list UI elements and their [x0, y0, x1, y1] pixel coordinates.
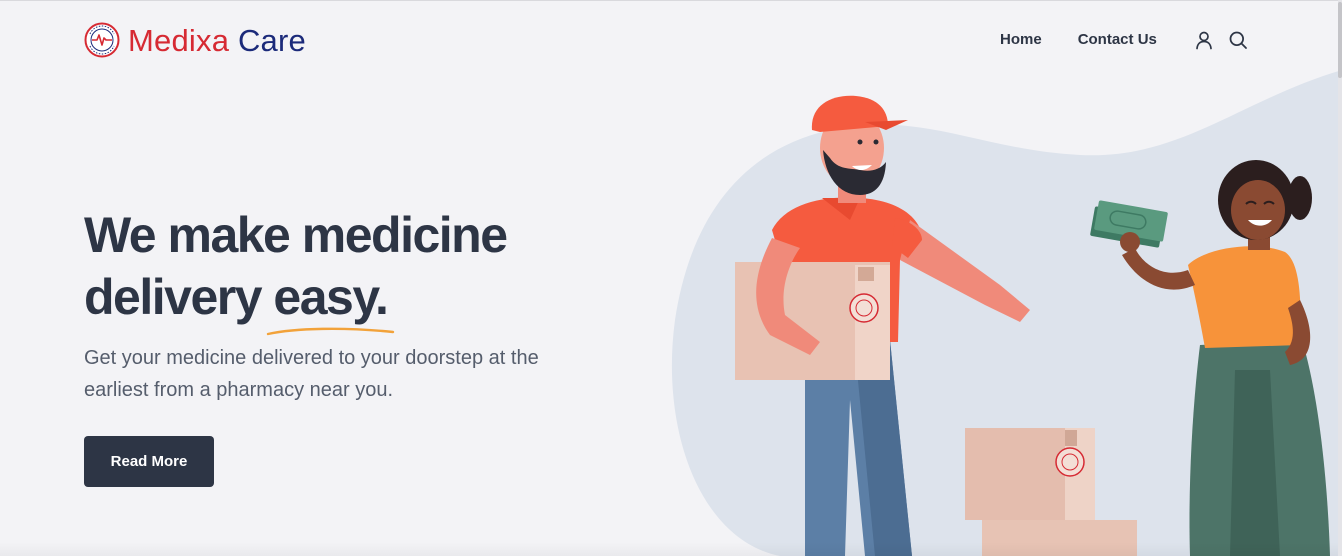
hero-title: We make medicine delivery easy.	[84, 204, 644, 336]
hero-highlight-word: easy.	[273, 269, 388, 325]
brand-name: Medixa Care	[128, 25, 306, 56]
hero-title-line2: delivery	[84, 269, 263, 325]
page: Medixa Care Home Contact Us We make medi…	[0, 0, 1342, 556]
highlight-underline	[267, 327, 395, 336]
scrollbar-thumb[interactable]	[1338, 2, 1342, 78]
read-more-button[interactable]: Read More	[84, 436, 214, 487]
hero-title-line1: We make medicine	[84, 207, 508, 263]
page-scrollbar[interactable]	[1338, 0, 1342, 556]
hero-subtitle: Get your medicine delivered to your door…	[84, 347, 539, 401]
brand-name-part1: Medixa	[128, 22, 230, 58]
main-nav: Home Contact Us	[1000, 29, 1261, 51]
hero-title-highlight: easy.	[267, 266, 395, 336]
user-icon[interactable]	[1193, 29, 1215, 51]
top-divider	[0, 0, 1342, 1]
nav-home-link[interactable]: Home	[1000, 30, 1042, 50]
search-icon[interactable]	[1227, 29, 1249, 51]
brand-seal-icon	[84, 22, 120, 58]
brand-name-part2: Care	[237, 22, 306, 58]
delivery-illustration	[671, 70, 1342, 556]
nav-contact-link[interactable]: Contact Us	[1078, 30, 1157, 50]
brand-logo-link[interactable]: Medixa Care	[84, 20, 306, 60]
fold-shadow	[0, 542, 1342, 556]
